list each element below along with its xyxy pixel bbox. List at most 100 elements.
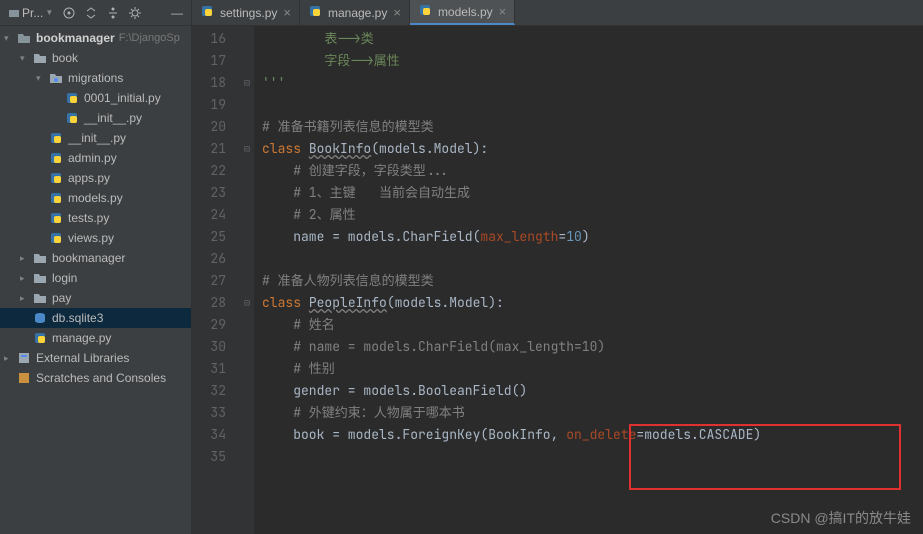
fold-marker: [240, 446, 254, 468]
code-line[interactable]: # 姓名: [262, 314, 923, 336]
project-tree: ▾bookmanagerF:\DjangoSp▾book▾migrations 0…: [0, 26, 191, 534]
tree-label: __init__.py: [84, 111, 142, 125]
py-icon: [48, 151, 64, 165]
fold-marker: [240, 226, 254, 248]
code-line[interactable]: gender = models.BooleanField(): [262, 380, 923, 402]
code-line[interactable]: 表-->类: [262, 28, 923, 50]
fold-marker: [240, 314, 254, 336]
project-dropdown-label: Pr...: [22, 6, 43, 20]
line-number: 28: [192, 292, 240, 314]
tree-item-apps-py[interactable]: apps.py: [0, 168, 191, 188]
dir-icon: [32, 251, 48, 265]
code-line[interactable]: # 性别: [262, 358, 923, 380]
tree-label: migrations: [68, 71, 123, 85]
close-icon[interactable]: ×: [393, 5, 401, 20]
tree-item-pay[interactable]: ▸pay: [0, 288, 191, 308]
code-line[interactable]: # 外键约束：人物属于哪本书: [262, 402, 923, 424]
code-line[interactable]: [262, 248, 923, 270]
tree-item-db-sqlite3[interactable]: db.sqlite3: [0, 308, 191, 328]
fold-marker[interactable]: ⊟: [240, 292, 254, 314]
line-number: 27: [192, 270, 240, 292]
fold-marker: [240, 204, 254, 226]
tree-item-book[interactable]: ▾book: [0, 48, 191, 68]
fold-marker: [240, 248, 254, 270]
tree-item-scratches-and-consoles[interactable]: Scratches and Consoles: [0, 368, 191, 388]
tree-label: manage.py: [52, 331, 111, 345]
lib-icon: [16, 351, 32, 365]
code-line[interactable]: 字段-->属性: [262, 50, 923, 72]
close-icon[interactable]: ×: [283, 5, 291, 20]
code-line[interactable]: [262, 94, 923, 116]
tab-models-py[interactable]: models.py×: [410, 0, 515, 25]
tree-label: book: [52, 51, 78, 65]
close-icon[interactable]: ×: [499, 4, 507, 19]
line-number: 16: [192, 28, 240, 50]
tree-item-__init__-py[interactable]: __init__.py: [0, 128, 191, 148]
py-icon: [64, 111, 80, 125]
fold-marker: [240, 424, 254, 446]
tab-manage-py[interactable]: manage.py ×: [300, 0, 410, 25]
line-number: 32: [192, 380, 240, 402]
tab-label: manage.py: [328, 6, 387, 20]
code-line[interactable]: # 准备书籍列表信息的模型类: [262, 116, 923, 138]
code-line[interactable]: class PeopleInfo(models.Model):: [262, 292, 923, 314]
tree-item-migrations[interactable]: ▾migrations: [0, 68, 191, 88]
tree-label: bookmanager: [36, 31, 115, 45]
tree-item-views-py[interactable]: views.py: [0, 228, 191, 248]
code-line[interactable]: [262, 446, 923, 468]
line-gutter: 1617181920212223242526272829303132333435: [192, 26, 240, 534]
py-icon: [200, 4, 214, 21]
tree-label: views.py: [68, 231, 114, 245]
minimize-icon[interactable]: —: [167, 3, 187, 23]
pkg-icon: [48, 71, 64, 85]
tree-item-admin-py[interactable]: admin.py: [0, 148, 191, 168]
line-number: 25: [192, 226, 240, 248]
tree-arrow-icon: ▸: [20, 273, 32, 284]
fold-marker: [240, 50, 254, 72]
code-content[interactable]: 表-->类 字段-->属性''' # 准备书籍列表信息的模型类class Book…: [254, 26, 923, 534]
fold-marker[interactable]: ⊟: [240, 138, 254, 160]
tree-arrow-icon: ▸: [4, 353, 16, 364]
fold-marker[interactable]: ⊟: [240, 72, 254, 94]
tree-arrow-icon: ▸: [20, 253, 32, 264]
py-icon: [64, 91, 80, 105]
tree-label: models.py: [68, 191, 123, 205]
tree-item-bookmanager[interactable]: ▸bookmanager: [0, 248, 191, 268]
tree-item-external-libraries[interactable]: ▸External Libraries: [0, 348, 191, 368]
code-line[interactable]: ''': [262, 72, 923, 94]
dir-icon: [32, 51, 48, 65]
code-line[interactable]: class BookInfo(models.Model):: [262, 138, 923, 160]
code-line[interactable]: # 1、主键 当前会自动生成: [262, 182, 923, 204]
code-line[interactable]: # name = models.CharField(max_length=10): [262, 336, 923, 358]
project-dropdown[interactable]: Pr... ▼: [4, 6, 57, 20]
code-line[interactable]: name = models.CharField(max_length=10): [262, 226, 923, 248]
line-number: 29: [192, 314, 240, 336]
folder-icon: [16, 31, 32, 45]
target-icon[interactable]: [59, 3, 79, 23]
tree-item-tests-py[interactable]: tests.py: [0, 208, 191, 228]
tree-item-0001_initial-py[interactable]: 0001_initial.py: [0, 88, 191, 108]
divide-icon[interactable]: [103, 3, 123, 23]
code-line[interactable]: # 创建字段，字段类型...: [262, 160, 923, 182]
gear-icon[interactable]: [125, 3, 145, 23]
tree-label: Scratches and Consoles: [36, 371, 166, 385]
tree-item-models-py[interactable]: models.py: [0, 188, 191, 208]
code-line[interactable]: # 2、属性: [262, 204, 923, 226]
fold-marker: [240, 336, 254, 358]
tree-item-bookmanager[interactable]: ▾bookmanagerF:\DjangoSp: [0, 28, 191, 48]
tree-item-manage-py[interactable]: manage.py: [0, 328, 191, 348]
code-line[interactable]: # 准备人物列表信息的模型类: [262, 270, 923, 292]
tree-label: 0001_initial.py: [84, 91, 161, 105]
tree-item-__init__-py[interactable]: __init__.py: [0, 108, 191, 128]
fold-marker: [240, 182, 254, 204]
sidebar-toolbar: Pr... ▼ —: [0, 0, 191, 26]
tab-settings-py[interactable]: settings.py ×: [192, 0, 300, 25]
tab-label: settings.py: [220, 6, 277, 20]
editor-tabs: settings.py×manage.py×models.py×: [192, 0, 923, 26]
py-icon: [418, 3, 432, 20]
tree-item-login[interactable]: ▸login: [0, 268, 191, 288]
tree-label: apps.py: [68, 171, 110, 185]
code-line[interactable]: book = models.ForeignKey(BookInfo, on_de…: [262, 424, 923, 446]
py-icon: [48, 231, 64, 245]
expand-all-icon[interactable]: [81, 3, 101, 23]
